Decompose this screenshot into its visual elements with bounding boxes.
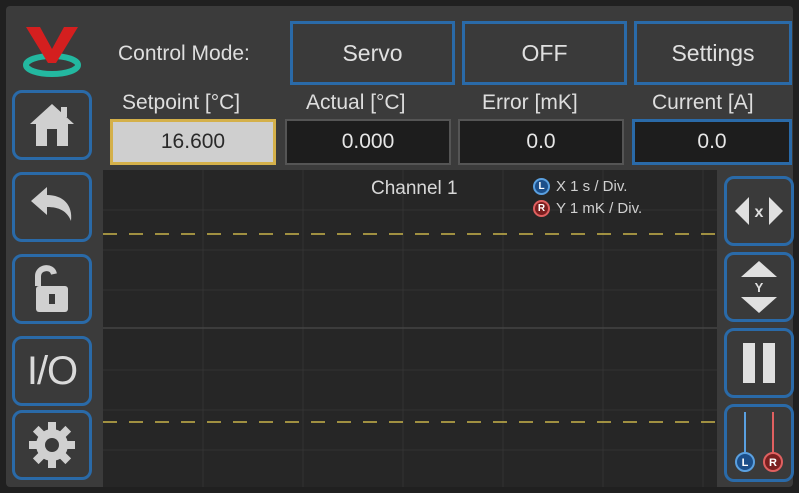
zoom-y-button[interactable]: Y [724,252,794,322]
setpoint-label: Setpoint [°C] [122,91,241,114]
x-scale-text: X 1 s / Div. [556,178,628,195]
error-label: Error [mK] [482,91,578,114]
io-button[interactable]: I/O [12,336,92,406]
plot-area[interactable]: Channel 1 L X 1 s / Div. R Y 1 mK / Div. [103,170,717,487]
zoom-x-button[interactable]: x [724,176,794,246]
actual-label: Actual [°C] [306,91,406,114]
back-button[interactable] [12,172,92,242]
zoom-y-icon: Y [741,261,777,313]
channel-probe-button[interactable]: L R [724,404,794,482]
error-value-field: 0.0 [458,119,624,165]
back-icon [31,187,72,221]
settings-button[interactable]: Settings [634,21,792,85]
y-scale-text: Y 1 mK / Div. [556,200,643,217]
control-mode-label: Control Mode: [118,42,250,65]
lock-button[interactable] [12,254,92,324]
current-label: Current [A] [652,91,754,114]
y-scale-info: R Y 1 mK / Div. [533,200,642,217]
zoom-x-icon: x [735,197,783,225]
mode-button[interactable]: Servo [290,21,455,85]
pause-icon [743,343,775,383]
plot-grid [103,170,717,487]
logo-icon [12,14,92,84]
zoom-x-letter: x [755,204,764,221]
setpoint-field[interactable]: 16.600 [110,119,276,165]
current-value-field: 0.0 [632,119,792,165]
output-toggle-button[interactable]: OFF [462,21,627,85]
r-badge-icon: R [533,200,550,217]
left-sidebar: I/O [8,12,98,485]
settings-gear-icon [29,422,75,468]
actual-value-field: 0.000 [285,119,451,165]
probe-r-letter: R [769,457,777,469]
home-icon [30,104,74,146]
zoom-y-letter: Y [755,280,764,295]
unlock-icon [35,265,68,312]
home-button[interactable] [12,90,92,160]
settings-gear-button[interactable] [12,410,92,480]
chart-title: Channel 1 [371,178,458,199]
l-badge-icon: L [533,178,550,195]
io-label: I/O [26,348,78,393]
probe-l-letter: L [742,457,749,469]
channel-probe-icon: L R [735,412,783,472]
pause-button[interactable] [724,328,794,398]
x-scale-info: L X 1 s / Div. [533,178,627,195]
